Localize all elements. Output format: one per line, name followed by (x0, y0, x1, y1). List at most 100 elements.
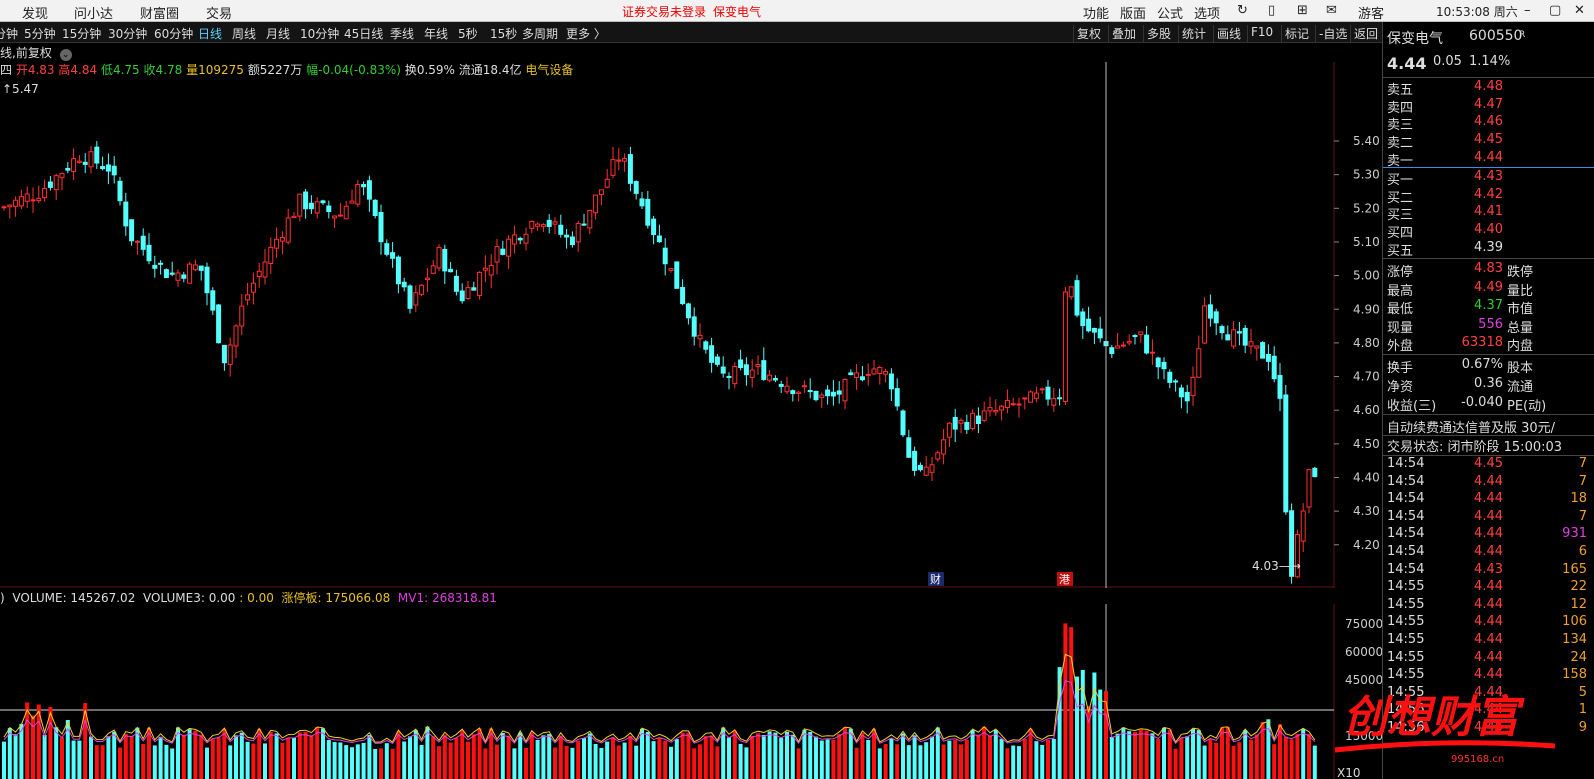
tool-button-5[interactable]: F10 (1247, 25, 1276, 42)
vol-axis-label: 75000 (1345, 617, 1382, 631)
period-2[interactable]: 15分钟 (62, 25, 101, 42)
menu-trade[interactable]: 交易 (206, 3, 232, 22)
candle-body (1086, 318, 1092, 332)
menu-wealth-circle[interactable]: 财富圈 (140, 3, 179, 22)
volume-chart[interactable]: 75000600004500015000X10 (0, 604, 1382, 779)
candle-body (279, 237, 285, 242)
candle-body (593, 194, 599, 214)
period-13[interactable]: 15秒 (490, 25, 517, 42)
tool-button-3[interactable]: 统计 (1178, 25, 1209, 42)
candle-body (575, 222, 581, 243)
period-8[interactable]: 10分钟 (300, 25, 339, 42)
volume-bar (680, 732, 685, 779)
tool-button-8[interactable]: 返回 (1350, 25, 1381, 42)
candle-body (198, 265, 204, 271)
close-icon[interactable]: ✕ (1574, 3, 1585, 18)
period-0[interactable]: 分钟 (0, 25, 18, 42)
volume-bar (268, 731, 273, 779)
menu-discover[interactable]: 发现 (22, 3, 48, 22)
period-15[interactable]: 更多 〉 (566, 25, 606, 42)
candle-body (743, 364, 749, 376)
candlestick-chart[interactable]: 5.40 5.30 5.20 5.10 5.00 4.90 4.80 4.70 4.60 4.50… (0, 62, 1382, 588)
volume-bar (355, 744, 360, 779)
volume-bar (1063, 623, 1068, 779)
volume-bar (953, 739, 958, 779)
tool-button-2[interactable]: 多股 (1143, 25, 1174, 42)
candle-body (1178, 387, 1184, 398)
candle-body (1149, 351, 1155, 354)
tool-button-7[interactable]: -自选 (1315, 25, 1350, 42)
period-11[interactable]: 年线 (424, 25, 448, 42)
volume-bar (274, 733, 279, 779)
candle-body (523, 233, 529, 244)
candle-body (245, 294, 251, 301)
candle-body (123, 201, 129, 227)
tool-button-4[interactable]: 画线 (1213, 25, 1244, 42)
period-5[interactable]: 日线 (198, 25, 222, 42)
menu-ask-xiaoda[interactable]: 问小达 (74, 3, 113, 22)
volume-bar (112, 731, 117, 779)
login-notice[interactable]: 证券交易未登录 (622, 3, 706, 20)
restore-icon[interactable]: ▢ (1549, 3, 1561, 18)
refresh-icon[interactable]: ↻ (1237, 3, 1248, 18)
period-4[interactable]: 60分钟 (154, 25, 193, 42)
menu-options[interactable]: 选项 (1194, 3, 1220, 22)
candle-body (888, 373, 894, 390)
volume-bar (831, 739, 836, 779)
tool-button-0[interactable]: 复权 (1073, 25, 1104, 42)
candle-body (42, 188, 48, 199)
volume-bar (1231, 745, 1236, 779)
period-10[interactable]: 季线 (390, 25, 414, 42)
period-1[interactable]: 5分钟 (24, 25, 56, 42)
period-9[interactable]: 45日线 (344, 25, 383, 42)
tool-button-6[interactable]: 标记 (1281, 25, 1312, 42)
candle-body (494, 246, 500, 263)
minimize-icon[interactable]: – (1524, 3, 1531, 18)
mail-icon[interactable]: ✉ (1326, 3, 1337, 18)
volume-bar (924, 742, 929, 779)
candle-body (871, 368, 877, 375)
period-6[interactable]: 周线 (232, 25, 256, 42)
volume-bar (1202, 745, 1207, 779)
candle-body (1167, 371, 1173, 383)
period-7[interactable]: 月线 (266, 25, 290, 42)
grid-icon[interactable]: ⊞ (1297, 3, 1308, 18)
phone-icon[interactable]: ▯ (1268, 3, 1275, 18)
candle-body (801, 385, 807, 388)
volume-bar (651, 741, 656, 779)
period-3[interactable]: 30分钟 (108, 25, 147, 42)
volume-bar (234, 735, 238, 779)
tool-button-1[interactable]: 叠加 (1108, 25, 1139, 42)
candle-body (204, 266, 210, 294)
candle-body (326, 205, 332, 213)
chevron-down-icon[interactable]: ⌄ (59, 49, 72, 61)
volume-bar (970, 729, 975, 779)
volume-bar (825, 739, 830, 779)
candle-body (343, 205, 349, 220)
candle-body (883, 370, 889, 375)
candle-body (18, 196, 24, 207)
volume-bar (744, 747, 749, 779)
candle-body (268, 246, 274, 264)
volume-bar (553, 747, 557, 779)
menu-layout[interactable]: 版面 (1120, 3, 1146, 22)
volume-bar (663, 740, 668, 779)
volume-bar (576, 740, 581, 779)
candle-body (767, 374, 773, 381)
adjust-mode-label[interactable]: 线,前复权 ⌄ (0, 44, 72, 61)
volume-bar (529, 732, 534, 779)
price-axis-label: 4.50 (1353, 437, 1380, 451)
candle-body (355, 183, 361, 205)
volume-bar (1243, 730, 1248, 779)
candle-body (912, 450, 918, 471)
candle-body (1115, 345, 1121, 349)
candle-body (500, 248, 506, 255)
user-label[interactable]: 游客 (1358, 3, 1384, 22)
period-14[interactable]: 多周期 (522, 25, 558, 42)
menu-formula[interactable]: 公式 (1157, 3, 1183, 22)
volume-bar (437, 746, 441, 779)
candle-body (662, 247, 668, 265)
volume-bar (570, 747, 575, 779)
menu-function[interactable]: 功能 (1083, 3, 1109, 22)
period-12[interactable]: 5秒 (458, 25, 478, 42)
